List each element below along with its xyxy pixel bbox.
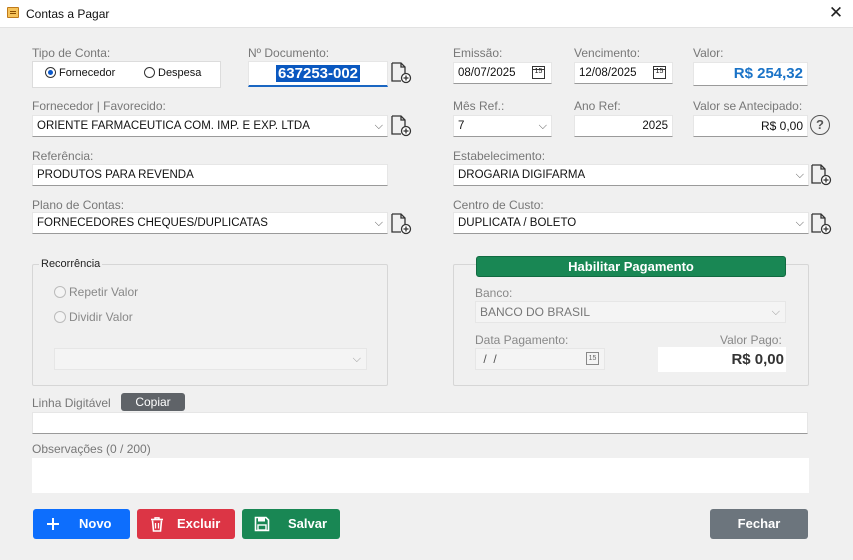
emissao-label: Emissão: [453,46,503,60]
centro-custo-select[interactable]: DUPLICATA / BOLETO ⌵ [453,212,809,234]
window-title: Contas a Pagar [26,7,110,21]
chevron-down-icon: ⌵ [374,217,383,229]
centro-custo-value: DUPLICATA / BOLETO [458,217,577,229]
documento-field[interactable]: 637253-002 [248,61,388,87]
valor-antecipado-label: Valor se Antecipado: [693,99,803,113]
data-pagamento-label: Data Pagamento: [475,333,569,347]
add-document-icon[interactable] [810,213,832,235]
referencia-label: Referência: [32,149,94,163]
centro-custo-label: Centro de Custo: [453,198,544,212]
vencimento-field[interactable]: 12/08/2025 15 [574,62,673,84]
radio-dividir-valor[interactable]: Dividir Valor [54,310,133,324]
linha-digitavel-label: Linha Digitável [32,396,111,410]
chevron-down-icon: ⌵ [771,306,780,318]
repetir-label: Repetir Valor [69,285,139,299]
plano-contas-label: Plano de Contas: [32,198,125,212]
excluir-label: Excluir [177,516,221,531]
documento-value: 637253-002 [275,65,361,82]
novo-label: Novo [79,516,112,531]
radio-selected-icon [45,67,56,78]
valor-pago-label: Valor Pago: [720,333,782,347]
tipo-conta-group: Fornecedor Despesa [32,61,221,88]
estabelecimento-select[interactable]: DROGARIA DIGIFARMA ⌵ [453,164,809,186]
app-icon [7,7,19,18]
trash-icon [151,517,163,532]
chevron-down-icon: ⌵ [374,120,383,132]
chevron-down-icon: ⌵ [538,120,547,132]
mes-ref-select[interactable]: 7 ⌵ [453,115,552,137]
estabelecimento-value: DROGARIA DIGIFARMA [458,169,586,181]
recorrencia-select[interactable]: ⌵ [54,348,367,370]
plano-contas-value: FORNECEDORES CHEQUES/DUPLICATAS [37,217,268,229]
radio-empty-icon [54,286,66,298]
dividir-label: Dividir Valor [69,310,133,324]
calendar-icon[interactable]: 15 [653,66,666,79]
emissao-value: 08/07/2025 [458,67,516,79]
add-document-icon[interactable] [390,115,412,137]
excluir-button[interactable]: Excluir [137,509,235,539]
emissao-field[interactable]: 08/07/2025 15 [453,62,552,84]
linha-digitavel-field[interactable] [32,412,808,434]
plano-contas-select[interactable]: FORNECEDORES CHEQUES/DUPLICATAS ⌵ [32,212,388,234]
documento-label: Nº Documento: [248,46,330,60]
add-document-icon[interactable] [390,62,412,84]
save-icon [254,516,270,532]
banco-select[interactable]: BANCO DO BRASIL ⌵ [475,301,786,323]
ano-ref-field[interactable]: 2025 [574,115,673,137]
close-button[interactable]: ✕ [824,3,848,25]
data-pagamento-value: / / [480,352,497,366]
chevron-down-icon: ⌵ [352,353,361,365]
banco-label: Banco: [475,286,513,300]
salvar-label: Salvar [288,516,328,531]
recorrencia-legend: Recorrência [39,258,103,270]
valor-label: Valor: [693,46,724,60]
fornecedor-value: ORIENTE FARMACEUTICA COM. IMP. E EXP. LT… [37,120,310,132]
title-bar: Contas a Pagar ✕ [0,0,853,28]
valor-field[interactable]: R$ 254,32 [693,62,808,86]
vencimento-label: Vencimento: [574,46,641,60]
fornecedor-label: Fornecedor | Favorecido: [32,99,166,113]
tipo-conta-label: Tipo de Conta: [32,46,111,60]
radio-repetir-valor[interactable]: Repetir Valor [54,285,138,299]
add-document-icon[interactable] [390,213,412,235]
mes-ref-label: Mês Ref.: [453,99,505,113]
estabelecimento-label: Estabelecimento: [453,149,546,163]
referencia-field[interactable]: PRODUTOS PARA REVENDA [32,164,388,186]
add-document-icon[interactable] [810,164,832,186]
fechar-button[interactable]: Fechar [710,509,808,539]
observacoes-textarea[interactable] [32,458,809,493]
observacoes-label: Observações (0 / 200) [32,442,151,456]
banco-value: BANCO DO BRASIL [480,305,591,319]
valor-pago-field[interactable]: R$ 0,00 [658,347,786,372]
valor-antecipado-field[interactable]: R$ 0,00 [693,115,808,137]
chevron-down-icon: ⌵ [795,217,804,229]
data-pagamento-field[interactable]: / / 15 [475,348,605,370]
help-circle-icon[interactable]: ? [810,115,830,135]
habilitar-pagamento-button[interactable]: Habilitar Pagamento [476,256,786,277]
radio-fornecedor-label: Fornecedor [59,67,116,79]
radio-despesa[interactable]: Despesa [144,67,201,79]
radio-empty-icon [144,67,155,78]
fornecedor-select[interactable]: ORIENTE FARMACEUTICA COM. IMP. E EXP. LT… [32,115,388,137]
chevron-down-icon: ⌵ [795,169,804,181]
radio-fornecedor[interactable]: Fornecedor [45,67,115,79]
radio-despesa-label: Despesa [158,67,202,79]
vencimento-value: 12/08/2025 [579,67,637,79]
mes-ref-value: 7 [458,120,465,132]
radio-empty-icon [54,311,66,323]
ano-ref-label: Ano Ref: [574,99,621,113]
plus-icon [47,518,59,530]
salvar-button[interactable]: Salvar [242,509,340,539]
copiar-button[interactable]: Copiar [121,393,185,411]
calendar-icon[interactable]: 15 [586,352,599,365]
calendar-icon[interactable]: 15 [532,66,545,79]
novo-button[interactable]: Novo [33,509,130,539]
